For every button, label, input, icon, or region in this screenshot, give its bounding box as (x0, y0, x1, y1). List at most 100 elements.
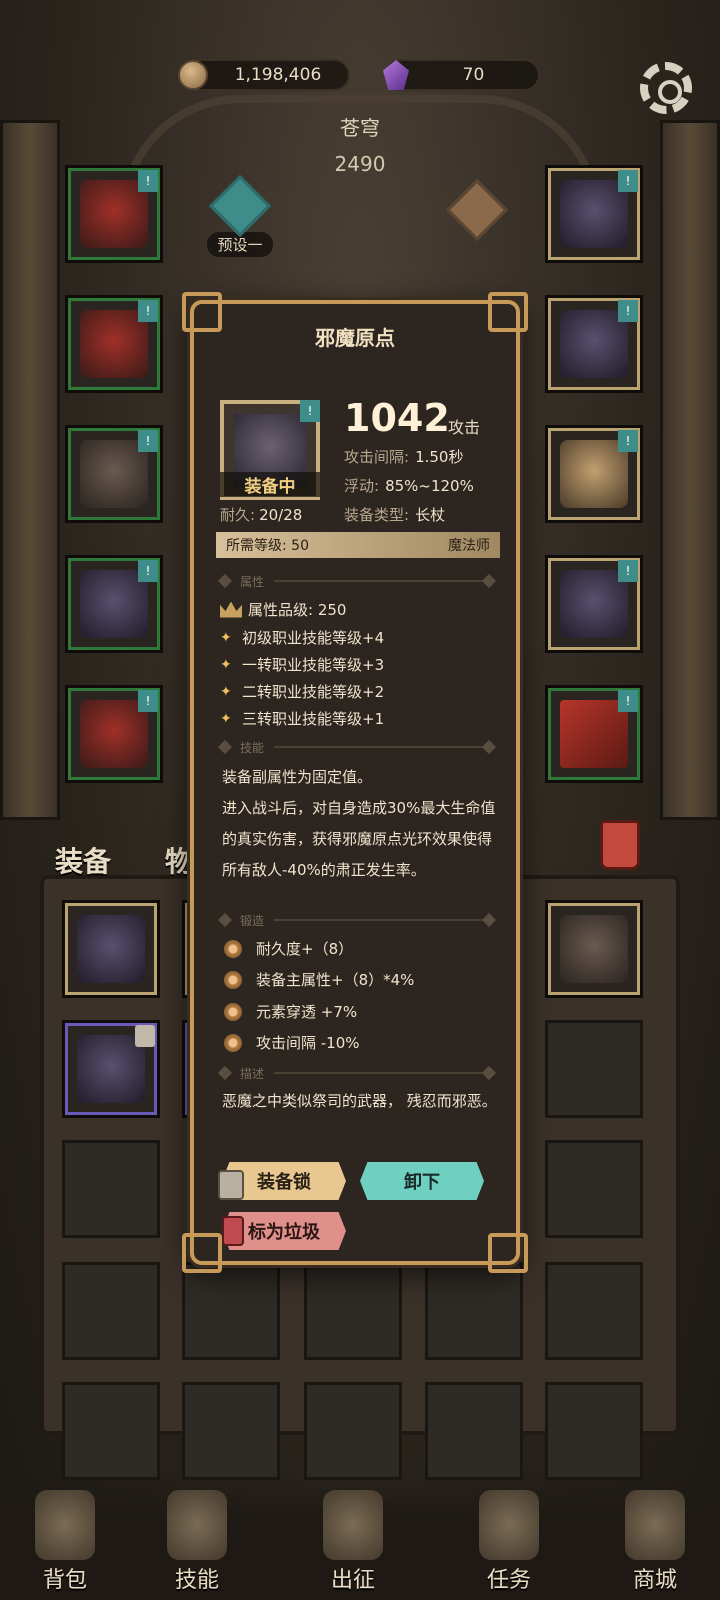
attribute-text: 一转职业技能等级+3 (242, 656, 385, 674)
divider (274, 580, 484, 582)
star-icon: ✦ (220, 629, 232, 646)
gem-counter: 70 (383, 59, 540, 91)
equip-slot-gloves[interactable]: ! (65, 425, 163, 523)
attribute-row: ✦ 三转职业技能等级+1 (220, 708, 384, 729)
stat-value: 1.50秒 (415, 448, 464, 466)
attribute-text: 三转职业技能等级+1 (242, 710, 385, 728)
bag-slot[interactable] (545, 1140, 643, 1238)
attack-label: 攻击 (448, 418, 481, 437)
nav-quests[interactable]: 任务 (454, 1480, 564, 1600)
button-label: 标为垃圾 (248, 1222, 320, 1243)
attribute-row: ✦ 初级职业技能等级+4 (220, 627, 384, 648)
bag-slot[interactable] (545, 1262, 643, 1360)
equipped-label: 装备中 (220, 472, 320, 497)
equip-slot-offhand[interactable]: ! (545, 685, 643, 783)
stat-attack-interval: 攻击间隔: 1.50秒 (344, 446, 463, 467)
slot-tag: ! (618, 430, 638, 452)
equip-slot-weapon[interactable]: ! (545, 555, 643, 653)
slot-tag: ! (618, 170, 638, 192)
scroll-icon (479, 1490, 539, 1560)
section-forge: 锻造 (217, 911, 497, 929)
equip-slot-armor[interactable]: ! (65, 295, 163, 393)
bag-slot[interactable] (545, 1020, 643, 1118)
slot-tag: ! (138, 690, 158, 712)
forge-row: 元素穿透 +7% (224, 1001, 357, 1022)
bag-slot[interactable] (62, 1020, 160, 1118)
preset-button[interactable]: 预设一 (200, 174, 280, 260)
bottom-nav: 背包 技能 出征 任务 商城 (0, 1470, 720, 1600)
unequip-button[interactable]: 卸下 (360, 1162, 484, 1200)
star-icon: ✦ (220, 656, 232, 673)
equip-slot-ring[interactable]: ! (545, 425, 643, 523)
bag-slot[interactable] (304, 1262, 402, 1360)
attribute-row: ✦ 二转职业技能等级+2 (220, 681, 384, 702)
bag-slot[interactable] (425, 1262, 523, 1360)
divider (274, 1072, 484, 1074)
diamond-icon (481, 912, 497, 928)
section-title: 属性 (240, 574, 265, 589)
attribute-text: 初级职业技能等级+4 (242, 629, 385, 647)
nav-label: 技能 (174, 1568, 219, 1593)
nav-expedition[interactable]: 出征 (298, 1480, 408, 1600)
diamond-icon (217, 1065, 233, 1081)
skill-text: 进入战斗后，对自身造成30%最大生命值的真实伤害，获得邪魔原点光环效果使得所有敌… (222, 799, 496, 879)
divider (274, 919, 484, 921)
forge-row: 攻击间隔 -10% (224, 1032, 360, 1053)
attack-value: 1042 (344, 396, 450, 440)
forge-dot-icon (224, 939, 242, 958)
nav-shop[interactable]: 商城 (600, 1480, 710, 1600)
item-tooltip: 邪魔原点 ! 装备中 1042 攻击 攻击间隔: 1.50秒 浮动: 85%~120… (182, 292, 528, 1273)
stat-float: 浮动: 85%~120% (344, 475, 474, 496)
attribute-row: ✦ 一转职业技能等级+3 (220, 654, 384, 675)
trash-can-icon[interactable] (600, 820, 640, 870)
nav-label: 背包 (42, 1568, 87, 1593)
crown-icon (220, 601, 242, 618)
bag-slot[interactable] (425, 1382, 523, 1480)
equip-slot-boots[interactable]: ! (65, 685, 163, 783)
bag-slot[interactable] (304, 1382, 402, 1480)
bag-slot[interactable] (62, 1382, 160, 1480)
forge-dot-icon (224, 1033, 242, 1052)
section-title: 锻造 (240, 913, 265, 928)
attribute-text: 二转职业技能等级+2 (242, 683, 385, 701)
equip-slot-helmet[interactable]: ! (65, 165, 163, 263)
stat-type: 装备类型: 长杖 (344, 504, 445, 525)
lantern-icon (222, 1216, 244, 1246)
tab-equipment[interactable]: 装备 (55, 840, 111, 880)
star-icon: ✦ (220, 683, 232, 700)
slot-tag: ! (138, 300, 158, 322)
backpack-icon (35, 1490, 95, 1560)
forge-dot-icon (224, 970, 242, 989)
gold-counter: 1,198,406 (178, 59, 350, 91)
slot-tag: ! (138, 430, 158, 452)
button-label: 装备锁 (257, 1172, 311, 1193)
nav-skills[interactable]: 技能 (142, 1480, 252, 1600)
wood-frame-left (0, 120, 60, 820)
item-tag: ! (300, 400, 320, 422)
preset-emblem-icon (208, 174, 272, 238)
nav-bag[interactable]: 背包 (10, 1480, 120, 1600)
bag-slot[interactable] (62, 1140, 160, 1238)
durability-value: 20/28 (259, 506, 303, 524)
staff-item-icon (77, 915, 145, 983)
diamond-icon (481, 1065, 497, 1081)
section-description: 描述 (217, 1064, 497, 1082)
description-text: 恶魔之中类似祭司的武器， 残忍而邪恶。 (222, 1092, 497, 1110)
gem-amount: 70 (462, 65, 485, 85)
attribute-grade: 属性品级: 250 (220, 599, 346, 620)
equip-slot-necklace[interactable]: ! (545, 165, 643, 263)
divider (274, 746, 484, 748)
equip-slot-pants[interactable]: ! (65, 555, 163, 653)
bag-slot[interactable] (182, 1262, 280, 1360)
gold-amount: 1,198,406 (234, 65, 322, 85)
bag-slot[interactable] (182, 1382, 280, 1480)
settings-gear-icon[interactable] (640, 62, 692, 114)
durability: 耐久: 20/28 (220, 504, 302, 525)
bag-slot[interactable] (62, 1262, 160, 1360)
bag-slot[interactable] (545, 1382, 643, 1480)
equip-slot-shoulder[interactable]: ! (545, 295, 643, 393)
slot-tag: ! (618, 300, 638, 322)
bag-slot[interactable] (62, 900, 160, 998)
diamond-icon (481, 573, 497, 589)
bag-slot[interactable] (545, 900, 643, 998)
